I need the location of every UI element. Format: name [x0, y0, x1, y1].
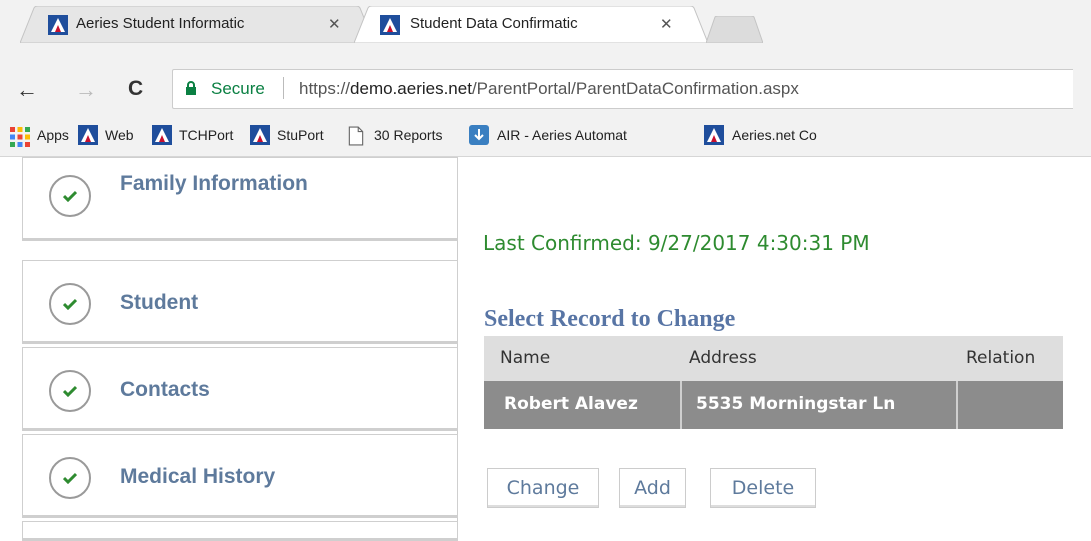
bookmark-stuport[interactable]: StuPort — [277, 127, 324, 143]
add-button[interactable]: Add — [619, 468, 686, 508]
address-bar[interactable]: Secure https://demo.aeries.net/ParentPor… — [172, 69, 1073, 109]
checkmark-icon — [63, 385, 77, 397]
sidebar-item-label: Student — [120, 291, 199, 314]
reload-icon[interactable]: C — [128, 77, 143, 101]
table-header: Name Address Relation — [484, 336, 1063, 381]
tab-title: Student Data Confirmatic — [410, 15, 578, 32]
checkmark-icon — [63, 472, 77, 484]
cell-name-text: Robert Alavez — [504, 394, 638, 414]
forward-arrow-icon[interactable]: → — [75, 77, 97, 103]
tab-close-icon[interactable]: ✕ — [328, 15, 341, 33]
cell-address-text: 5535 Morningstar Ln — [696, 394, 896, 414]
aeries-logo-icon — [380, 15, 400, 35]
sidebar-item-next[interactable] — [22, 521, 458, 541]
check-circle-icon — [49, 370, 91, 412]
url-host: demo.aeries.net — [350, 79, 472, 98]
sidebar-item-contacts[interactable]: Contacts — [22, 347, 458, 431]
bookmarks-bar: Apps Web TCHPort StuPort 30 Reports AIR … — [0, 115, 1091, 157]
tab-close-icon[interactable]: ✕ — [660, 15, 673, 33]
sidebar-item-student-panel[interactable]: Student — [22, 260, 458, 344]
checkmark-icon — [63, 190, 77, 202]
delete-button[interactable]: Delete — [710, 468, 816, 508]
sidebar-item-label: Contacts — [120, 378, 210, 401]
cell-address: 5535 Morningstar Ln — [682, 381, 958, 429]
change-button[interactable]: Change — [487, 468, 599, 508]
air-icon — [469, 125, 489, 145]
column-header-address: Address — [689, 348, 757, 368]
url-text: https://demo.aeries.net/ParentPortal/Par… — [299, 79, 799, 99]
browser-tab-strip: Aeries Student Informatic ✕ Student Data… — [0, 0, 1091, 63]
url-scheme: https:// — [299, 79, 351, 98]
aeries-logo-icon — [78, 125, 98, 145]
table-row[interactable]: Robert Alavez 5535 Morningstar Ln — [484, 381, 1063, 429]
bookmark-web[interactable]: Web — [105, 127, 134, 143]
check-circle-icon — [49, 457, 91, 499]
bookmark-30-reports[interactable]: 30 Reports — [374, 127, 442, 143]
lock-icon — [186, 81, 196, 95]
aeries-logo-icon — [152, 125, 172, 145]
address-separator — [283, 77, 284, 99]
browser-tab-data-confirmation[interactable]: Student Data Confirmatic ✕ — [354, 6, 726, 43]
cell-relation — [958, 381, 1063, 429]
url-path: /ParentPortal/ParentDataConfirmation.asp… — [471, 79, 799, 98]
aeries-logo-icon — [48, 15, 68, 35]
aeries-logo-icon — [250, 125, 270, 145]
last-confirmed-text: Last Confirmed: 9/27/2017 4:30:31 PM — [483, 231, 870, 255]
apps-grid-icon — [10, 127, 30, 147]
cell-name: Robert Alavez — [484, 381, 682, 429]
bookmark-aeries-net[interactable]: Aeries.net Co — [732, 127, 817, 143]
page-icon — [348, 126, 364, 146]
tab-title: Aeries Student Informatic — [76, 15, 245, 32]
check-circle-icon — [49, 175, 91, 217]
bookmark-air[interactable]: AIR - Aeries Automat — [497, 127, 627, 143]
secure-label: Secure — [211, 79, 265, 98]
sidebar-item-label: Family Information — [120, 172, 308, 195]
sidebar: Family Information Student Contacts Medi… — [0, 157, 458, 541]
back-arrow-icon[interactable]: ← — [16, 77, 38, 103]
column-header-relation: Relation — [966, 348, 1036, 368]
checkmark-icon — [63, 298, 77, 310]
sidebar-item-medical-history[interactable]: Medical History — [22, 434, 458, 518]
aeries-logo-icon — [704, 125, 724, 145]
column-header-name: Name — [500, 348, 551, 368]
browser-tab-aeries-sis[interactable]: Aeries Student Informatic ✕ — [20, 6, 392, 43]
browser-toolbar: ← → C Secure https://demo.aeries.net/Par… — [0, 63, 1091, 115]
sidebar-item-family-information[interactable]: Family Information — [22, 157, 458, 241]
select-record-heading: Select Record to Change — [484, 306, 736, 332]
bookmark-apps[interactable]: Apps — [37, 127, 69, 143]
check-circle-icon — [49, 283, 91, 325]
sidebar-item-label: Medical History — [120, 465, 276, 488]
bookmark-tchport[interactable]: TCHPort — [179, 127, 233, 143]
new-tab-button[interactable] — [706, 16, 763, 43]
